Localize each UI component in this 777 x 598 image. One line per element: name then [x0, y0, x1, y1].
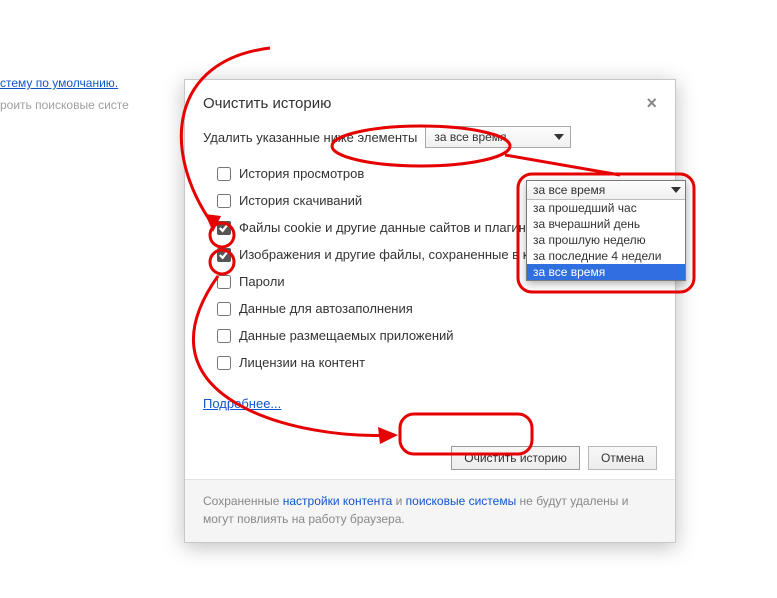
checkbox-row[interactable]: Данные для автозаполнения — [217, 295, 657, 322]
learn-more-link[interactable]: Подробнее... — [203, 396, 281, 411]
time-range-value: за все время — [434, 130, 506, 144]
dropdown-option[interactable]: за вчерашний день — [527, 216, 685, 232]
checkbox-label: Изображения и другие файлы, сохраненные … — [239, 247, 553, 262]
checkbox-label: История скачиваний — [239, 193, 362, 208]
checkbox[interactable] — [217, 248, 231, 262]
dropdown-option[interactable]: за прошедший час — [527, 200, 685, 216]
clear-history-button[interactable]: Очистить историю — [451, 446, 580, 470]
dropdown-head[interactable]: за все время — [527, 181, 685, 200]
checkbox-label: Лицензии на контент — [239, 355, 365, 370]
footer-text: и — [392, 494, 405, 508]
checkbox[interactable] — [217, 302, 231, 316]
checkbox-label: Данные размещаемых приложений — [239, 328, 454, 343]
chevron-down-icon — [554, 134, 564, 140]
more-link-row: Подробнее... — [185, 380, 675, 421]
clear-history-dialog: Очистить историю × Удалить указанные ниж… — [184, 79, 676, 543]
cancel-button[interactable]: Отмена — [588, 446, 657, 470]
time-range-select[interactable]: за все время — [425, 126, 571, 148]
background-settings-text: стему по умолчанию. роить поисковые сист… — [0, 72, 180, 116]
checkbox[interactable] — [217, 356, 231, 370]
checkbox-label: История просмотров — [239, 166, 364, 181]
delete-label: Удалить указанные ниже элементы — [203, 130, 417, 145]
dialog-header: Очистить историю × — [185, 80, 675, 126]
checkbox[interactable] — [217, 194, 231, 208]
dropdown-option[interactable]: за все время — [527, 264, 685, 280]
dialog-buttons: Очистить историю Отмена — [451, 446, 657, 470]
dropdown-option[interactable]: за последние 4 недели — [527, 248, 685, 264]
checkbox[interactable] — [217, 329, 231, 343]
bg-default-link[interactable]: стему по умолчанию. — [0, 76, 118, 90]
checkbox[interactable] — [217, 167, 231, 181]
checkbox-label: Данные для автозаполнения — [239, 301, 413, 316]
checkbox-row[interactable]: Лицензии на контент — [217, 349, 657, 376]
close-icon[interactable]: × — [646, 94, 657, 112]
time-range-dropdown-expanded: за все время за прошедший часза вчерашни… — [526, 180, 686, 281]
chevron-down-icon — [671, 187, 681, 193]
checkbox[interactable] — [217, 275, 231, 289]
content-settings-link[interactable]: настройки контента — [283, 494, 393, 508]
bg-search-text: роить поисковые систе — [0, 98, 129, 112]
dialog-title: Очистить историю — [203, 95, 331, 112]
checkbox-label: Файлы cookie и другие данные сайтов и пл… — [239, 220, 540, 235]
checkbox-label: Пароли — [239, 274, 285, 289]
checkbox-row[interactable]: Данные размещаемых приложений — [217, 322, 657, 349]
dropdown-option[interactable]: за прошлую неделю — [527, 232, 685, 248]
footer-text: Сохраненные — [203, 494, 283, 508]
checkbox[interactable] — [217, 221, 231, 235]
search-engines-link[interactable]: поисковые системы — [406, 494, 517, 508]
dropdown-head-value: за все время — [533, 183, 605, 197]
delete-row: Удалить указанные ниже элементы за все в… — [185, 126, 675, 160]
dialog-footer-note: Сохраненные настройки контента и поисков… — [185, 479, 675, 542]
